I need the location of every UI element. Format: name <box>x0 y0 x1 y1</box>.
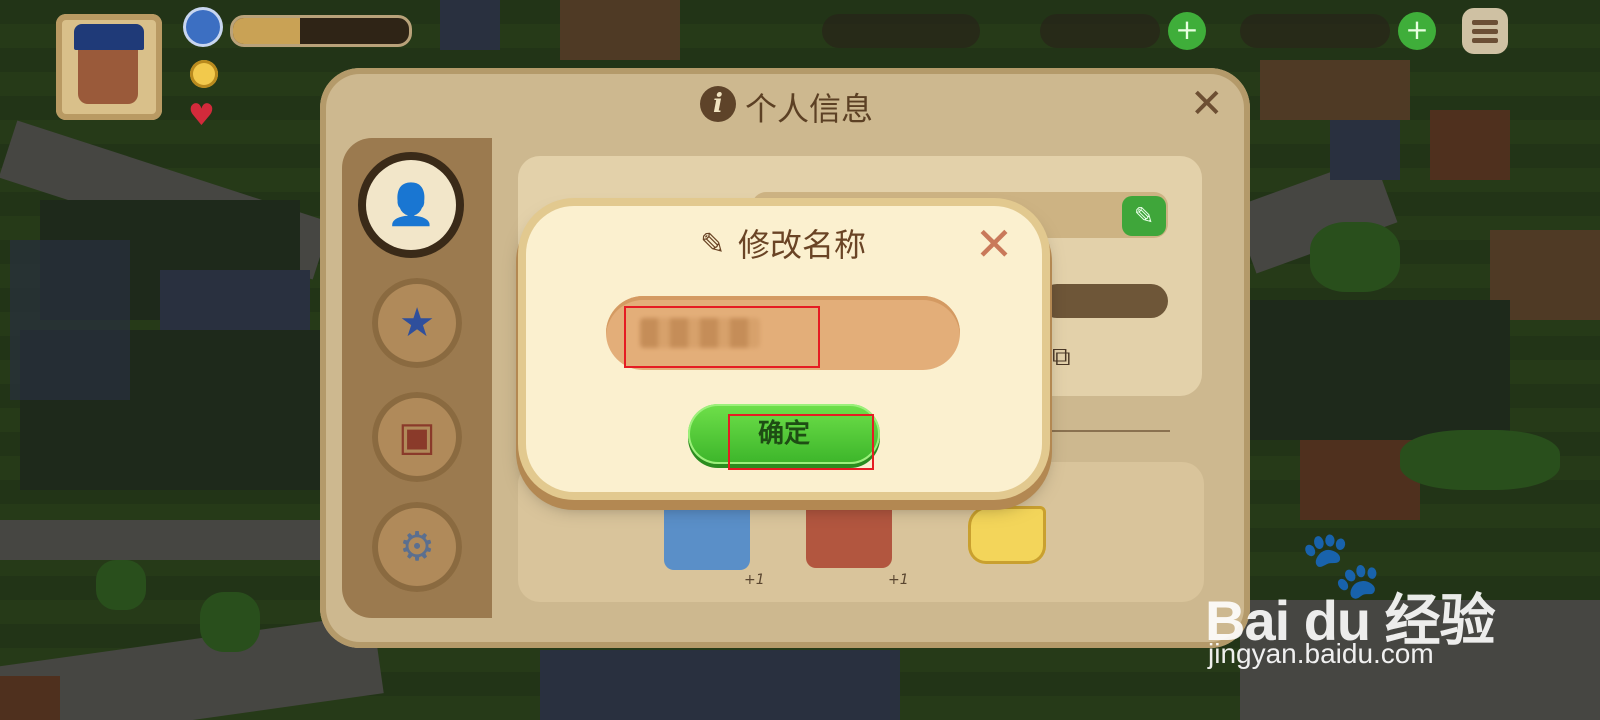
resource-counter-1 <box>822 14 980 48</box>
close-icon[interactable]: ✕ <box>972 221 1016 267</box>
copy-icon[interactable]: ⧉ <box>1052 342 1082 372</box>
reward-bonus-1: +1 <box>744 572 765 588</box>
reward-building-1 <box>664 496 750 570</box>
player-avatar[interactable] <box>56 14 162 120</box>
level-badge <box>186 10 220 44</box>
shop-icon: ▣ <box>398 414 436 460</box>
player-id-field <box>1040 284 1168 318</box>
rename-dialog-title: 修改名称 <box>738 226 867 264</box>
xp-bar <box>230 15 412 47</box>
info-panel-title: 个人信息 <box>745 90 874 128</box>
pencil-icon: ✎ <box>700 227 726 262</box>
close-icon[interactable]: ✕ <box>1190 84 1224 124</box>
tab-profile[interactable]: 👤 <box>366 160 456 250</box>
add-resource-button[interactable]: + <box>1168 12 1206 50</box>
menu-button[interactable] <box>1462 8 1508 54</box>
highlight-name-input <box>624 306 820 368</box>
badge-icon: ★ <box>399 300 435 346</box>
edit-name-button[interactable]: ✎ <box>1122 196 1166 236</box>
cheese-icon <box>968 506 1046 564</box>
reward-building-2 <box>806 494 892 568</box>
resource-counter-3 <box>1240 14 1390 48</box>
reward-bonus-2: +1 <box>888 572 909 588</box>
gear-icon: ⚙ <box>399 524 435 570</box>
highlight-confirm-button <box>728 414 874 470</box>
resource-counter-2 <box>1040 14 1160 48</box>
avatar-hair <box>74 24 144 50</box>
tab-badge[interactable]: ★ <box>372 278 462 368</box>
add-cash-button[interactable]: + <box>1398 12 1436 50</box>
profile-icon: 👤 <box>386 182 436 228</box>
watermark-url: jingyan.baidu.com <box>1208 638 1434 669</box>
divider <box>1040 430 1170 432</box>
coin-icon <box>190 60 218 88</box>
tab-shop[interactable]: ▣ <box>372 392 462 482</box>
tab-settings[interactable]: ⚙ <box>372 502 462 592</box>
heart-icon: ♥ <box>188 98 215 133</box>
info-icon: i <box>700 86 736 122</box>
